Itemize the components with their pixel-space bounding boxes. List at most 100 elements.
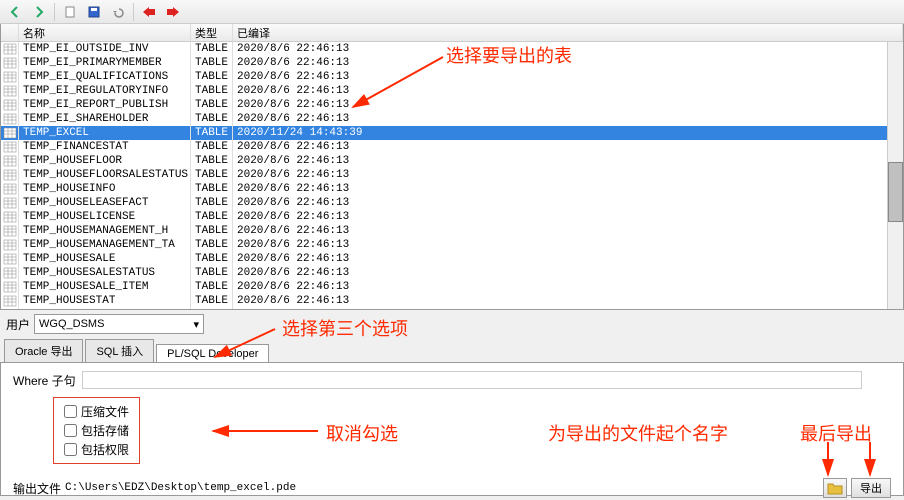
- table-icon: [1, 252, 19, 266]
- table-icon: [1, 140, 19, 154]
- cell-name: TEMP_FINANCESTAT: [19, 140, 191, 154]
- table-row[interactable]: TEMP_EI_REPORT_PUBLISHTABLE2020/8/6 22:4…: [1, 98, 903, 112]
- cell-name: TEMP_HOUSESALE: [19, 252, 191, 266]
- cell-type: TABLE: [191, 126, 233, 140]
- table-row[interactable]: TEMP_HOUSESALETABLE2020/8/6 22:46:13: [1, 252, 903, 266]
- table-icon: [1, 238, 19, 252]
- cell-name: TEMP_EI_OUTSIDE_INV: [19, 42, 191, 56]
- cell-type: TABLE: [191, 112, 233, 126]
- table-icon: [1, 126, 19, 140]
- where-label: Where 子句: [13, 372, 76, 389]
- export-button[interactable]: 导出: [851, 478, 891, 498]
- cell-name: TEMP_HOUSEFLOORSALESTATUS: [19, 168, 191, 182]
- table-row[interactable]: TEMP_EI_PRIMARYMEMBERTABLE2020/8/6 22:46…: [1, 56, 903, 70]
- cell-name: TEMP_EI_REPORT_PUBLISH: [19, 98, 191, 112]
- table-row[interactable]: TEMP_EI_QUALIFICATIONSTABLE2020/8/6 22:4…: [1, 70, 903, 84]
- table-row[interactable]: TEMP_EXCELTABLE2020/11/24 14:43:39: [1, 126, 903, 140]
- cell-type: TABLE: [191, 252, 233, 266]
- cell-type: TABLE: [191, 84, 233, 98]
- cell-date: 2020/11/24 14:43:39: [233, 126, 903, 140]
- table-icon: [1, 42, 19, 56]
- cell-name: TEMP_HOUSEMANAGEMENT_H: [19, 224, 191, 238]
- table-header: 名称 类型 已编译: [1, 24, 903, 42]
- cell-type: TABLE: [191, 70, 233, 84]
- toolbar: [0, 0, 904, 24]
- table-icon: [1, 98, 19, 112]
- where-input[interactable]: [82, 371, 862, 389]
- table-row[interactable]: TEMP_EI_SHAREHOLDERTABLE2020/8/6 22:46:1…: [1, 112, 903, 126]
- check-include-privileges[interactable]: 包括权限: [64, 440, 129, 459]
- save-icon[interactable]: [83, 2, 105, 22]
- table-list[interactable]: 名称 类型 已编译 TEMP_EI_OUTSIDE_INVTABLE2020/8…: [0, 24, 904, 310]
- nav-right-icon[interactable]: [28, 2, 50, 22]
- table-row[interactable]: TEMP_HOUSESALE_ITEMTABLE2020/8/6 22:46:1…: [1, 280, 903, 294]
- table-icon: [1, 308, 19, 310]
- table-row[interactable]: TEMP_HOUSESTATTABLE2020/8/6 22:46:13: [1, 294, 903, 308]
- table-icon: [1, 154, 19, 168]
- output-label: 输出文件: [13, 480, 61, 497]
- cell-date: 2020/8/6 22:46:13: [233, 112, 903, 126]
- table-row[interactable]: TEMP_KEYCORPTABLE2020/8/6 22:46:13: [1, 308, 903, 310]
- table-icon: [1, 168, 19, 182]
- scrollbar-thumb[interactable]: [888, 162, 903, 222]
- cell-date: 2020/8/6 22:46:13: [233, 308, 903, 310]
- check-compress[interactable]: 压缩文件: [64, 402, 129, 421]
- table-row[interactable]: TEMP_FINANCESTATTABLE2020/8/6 22:46:13: [1, 140, 903, 154]
- red-prev-icon[interactable]: [138, 2, 160, 22]
- cell-date: 2020/8/6 22:46:13: [233, 140, 903, 154]
- cell-date: 2020/8/6 22:46:13: [233, 252, 903, 266]
- cell-name: TEMP_HOUSELEASEFACT: [19, 196, 191, 210]
- cell-type: TABLE: [191, 168, 233, 182]
- table-icon: [1, 70, 19, 84]
- cell-name: TEMP_HOUSESALESTATUS: [19, 266, 191, 280]
- new-icon[interactable]: [59, 2, 81, 22]
- undo-icon[interactable]: [107, 2, 129, 22]
- tab-sql-insert[interactable]: SQL 插入: [85, 339, 154, 362]
- check-include-storage[interactable]: 包括存储: [64, 421, 129, 440]
- cell-type: TABLE: [191, 182, 233, 196]
- table-row[interactable]: TEMP_EI_OUTSIDE_INVTABLE2020/8/6 22:46:1…: [1, 42, 903, 56]
- cell-type: TABLE: [191, 210, 233, 224]
- cell-date: 2020/8/6 22:46:13: [233, 154, 903, 168]
- table-row[interactable]: TEMP_HOUSEMANAGEMENT_HTABLE2020/8/6 22:4…: [1, 224, 903, 238]
- user-select[interactable]: WGQ_DSMS ▾: [34, 314, 204, 334]
- table-icon: [1, 182, 19, 196]
- output-path[interactable]: C:\Users\EDZ\Desktop\temp_excel.pde: [65, 482, 819, 494]
- nav-left-icon[interactable]: [4, 2, 26, 22]
- cell-date: 2020/8/6 22:46:13: [233, 238, 903, 252]
- cell-date: 2020/8/6 22:46:13: [233, 98, 903, 112]
- cell-name: TEMP_EI_REGULATORYINFO: [19, 84, 191, 98]
- cell-date: 2020/8/6 22:46:13: [233, 182, 903, 196]
- cell-type: TABLE: [191, 308, 233, 310]
- table-row[interactable]: TEMP_HOUSELEASEFACTTABLE2020/8/6 22:46:1…: [1, 196, 903, 210]
- table-row[interactable]: TEMP_HOUSEMANAGEMENT_TATABLE2020/8/6 22:…: [1, 238, 903, 252]
- cell-date: 2020/8/6 22:46:13: [233, 266, 903, 280]
- red-next-icon[interactable]: [162, 2, 184, 22]
- table-icon: [1, 210, 19, 224]
- cell-type: TABLE: [191, 154, 233, 168]
- table-icon: [1, 294, 19, 308]
- cell-type: TABLE: [191, 294, 233, 308]
- table-row[interactable]: TEMP_HOUSESALESTATUSTABLE2020/8/6 22:46:…: [1, 266, 903, 280]
- tab-plsql-developer[interactable]: PL/SQL Developer: [156, 344, 269, 363]
- table-row[interactable]: TEMP_HOUSEINFOTABLE2020/8/6 22:46:13: [1, 182, 903, 196]
- table-row[interactable]: TEMP_EI_REGULATORYINFOTABLE2020/8/6 22:4…: [1, 84, 903, 98]
- browse-button[interactable]: [823, 478, 847, 498]
- cell-date: 2020/8/6 22:46:13: [233, 70, 903, 84]
- cell-type: TABLE: [191, 224, 233, 238]
- table-row[interactable]: TEMP_HOUSEFLOORTABLE2020/8/6 22:46:13: [1, 154, 903, 168]
- cell-date: 2020/8/6 22:46:13: [233, 168, 903, 182]
- cell-type: TABLE: [191, 56, 233, 70]
- chevron-down-icon: ▾: [193, 318, 199, 331]
- cell-type: TABLE: [191, 140, 233, 154]
- cell-type: TABLE: [191, 280, 233, 294]
- col-name[interactable]: 名称: [19, 24, 191, 41]
- cell-date: 2020/8/6 22:46:13: [233, 84, 903, 98]
- table-row[interactable]: TEMP_HOUSELICENSETABLE2020/8/6 22:46:13: [1, 210, 903, 224]
- table-row[interactable]: TEMP_HOUSEFLOORSALESTATUSTABLE2020/8/6 2…: [1, 168, 903, 182]
- tab-oracle-export[interactable]: Oracle 导出: [4, 339, 83, 362]
- table-icon: [1, 266, 19, 280]
- scrollbar[interactable]: [887, 42, 903, 309]
- col-compiled[interactable]: 已编译: [233, 24, 903, 41]
- col-type[interactable]: 类型: [191, 24, 233, 41]
